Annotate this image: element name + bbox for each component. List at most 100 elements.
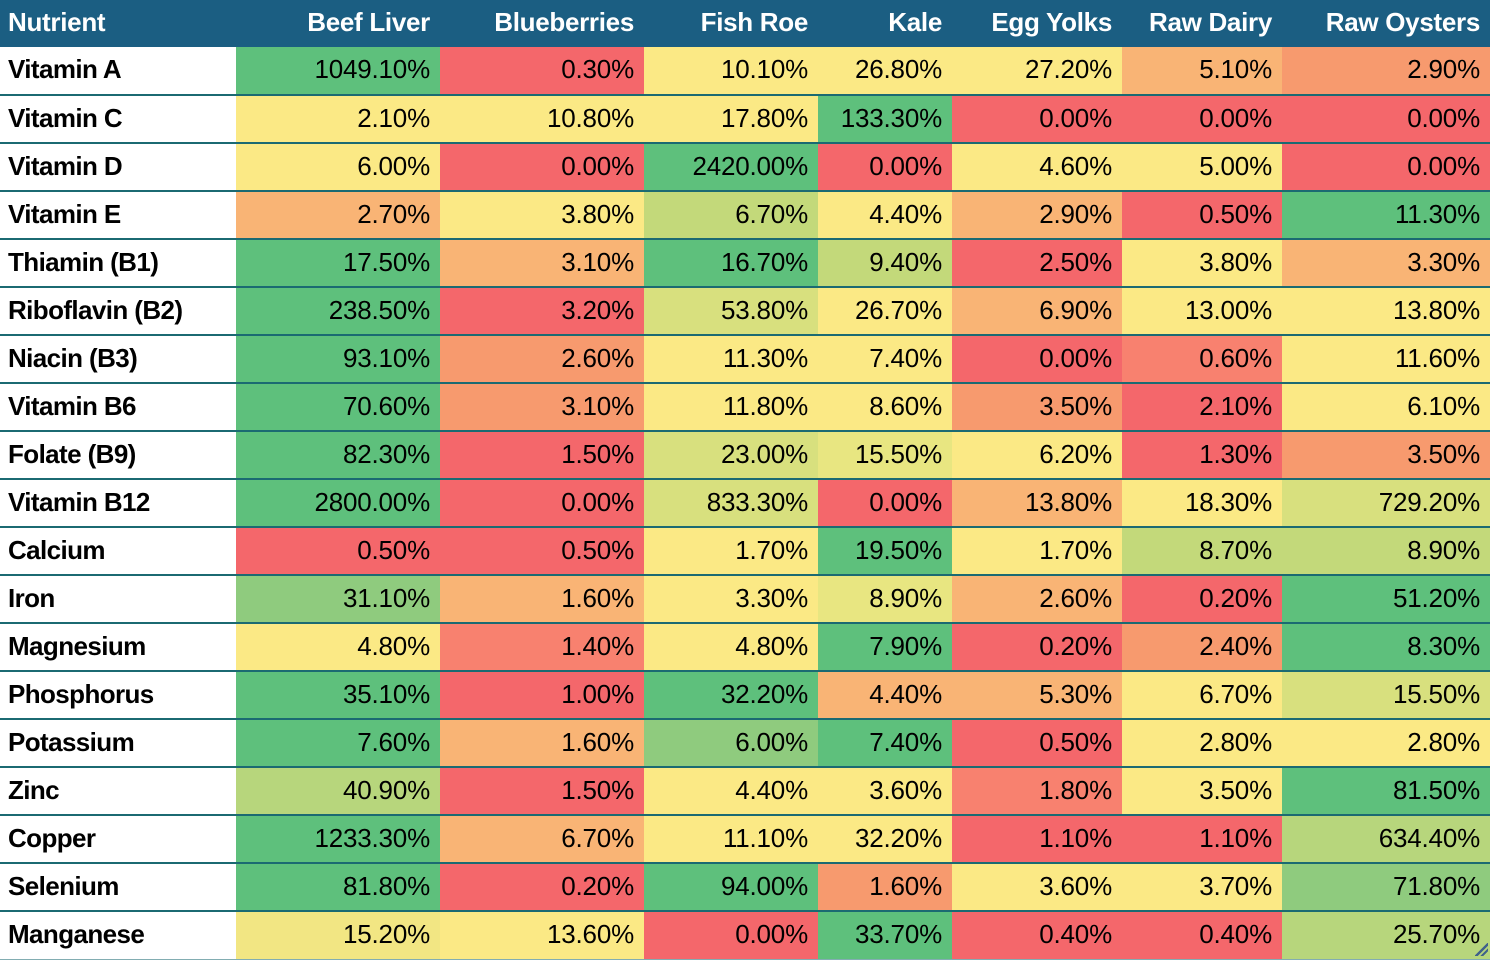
value-cell[interactable]: 0.00%	[1282, 142, 1490, 192]
value-cell[interactable]: 31.10%	[236, 574, 440, 624]
value-cell[interactable]: 1.10%	[952, 814, 1122, 864]
value-cell[interactable]: 3.10%	[440, 382, 644, 432]
value-cell[interactable]: 3.60%	[818, 766, 952, 816]
value-cell[interactable]: 4.40%	[818, 670, 952, 720]
value-cell[interactable]: 11.60%	[1282, 334, 1490, 384]
value-cell[interactable]: 71.80%	[1282, 862, 1490, 912]
value-cell[interactable]: 0.40%	[1122, 910, 1282, 960]
value-cell[interactable]: 6.20%	[952, 430, 1122, 480]
value-cell[interactable]: 1.70%	[952, 526, 1122, 576]
value-cell[interactable]: 6.70%	[644, 190, 818, 240]
value-cell[interactable]: 15.50%	[818, 430, 952, 480]
value-cell[interactable]: 16.70%	[644, 238, 818, 288]
nutrient-label[interactable]: Phosphorus	[0, 670, 236, 720]
value-cell[interactable]: 6.00%	[236, 142, 440, 192]
column-header-blueberries[interactable]: Blueberries	[440, 0, 644, 47]
value-cell[interactable]: 27.20%	[952, 47, 1122, 96]
value-cell[interactable]: 7.90%	[818, 622, 952, 672]
value-cell[interactable]: 0.00%	[644, 910, 818, 960]
value-cell[interactable]: 833.30%	[644, 478, 818, 528]
value-cell[interactable]: 3.50%	[1282, 430, 1490, 480]
value-cell[interactable]: 8.60%	[818, 382, 952, 432]
nutrient-label[interactable]: Folate (B9)	[0, 430, 236, 480]
value-cell[interactable]: 2.50%	[952, 238, 1122, 288]
value-cell[interactable]: 6.00%	[644, 718, 818, 768]
value-cell[interactable]: 0.00%	[1282, 94, 1490, 144]
value-cell[interactable]: 0.00%	[952, 94, 1122, 144]
value-cell[interactable]: 8.30%	[1282, 622, 1490, 672]
value-cell[interactable]: 3.10%	[440, 238, 644, 288]
value-cell[interactable]: 7.60%	[236, 718, 440, 768]
nutrient-label[interactable]: Calcium	[0, 526, 236, 576]
value-cell[interactable]: 3.20%	[440, 286, 644, 336]
value-cell[interactable]: 0.00%	[818, 142, 952, 192]
value-cell[interactable]: 53.80%	[644, 286, 818, 336]
value-cell[interactable]: 8.90%	[818, 574, 952, 624]
value-cell[interactable]: 3.30%	[644, 574, 818, 624]
nutrient-label[interactable]: Vitamin B12	[0, 478, 236, 528]
value-cell[interactable]: 10.80%	[440, 94, 644, 144]
value-cell[interactable]: 0.50%	[440, 526, 644, 576]
value-cell[interactable]: 19.50%	[818, 526, 952, 576]
value-cell[interactable]: 13.60%	[440, 910, 644, 960]
nutrient-label[interactable]: Potassium	[0, 718, 236, 768]
value-cell[interactable]: 2.80%	[1282, 718, 1490, 768]
value-cell[interactable]: 7.40%	[818, 334, 952, 384]
nutrient-label[interactable]: Copper	[0, 814, 236, 864]
value-cell[interactable]: 6.90%	[952, 286, 1122, 336]
value-cell[interactable]: 5.00%	[1122, 142, 1282, 192]
value-cell[interactable]: 94.00%	[644, 862, 818, 912]
nutrient-label[interactable]: Vitamin E	[0, 190, 236, 240]
value-cell[interactable]: 15.50%	[1282, 670, 1490, 720]
column-header-kale[interactable]: Kale	[818, 0, 952, 47]
value-cell[interactable]: 1049.10%	[236, 47, 440, 96]
value-cell[interactable]: 0.00%	[952, 334, 1122, 384]
value-cell[interactable]: 13.80%	[952, 478, 1122, 528]
value-cell[interactable]: 40.90%	[236, 766, 440, 816]
value-cell[interactable]: 2.90%	[1282, 47, 1490, 96]
value-cell[interactable]: 4.40%	[644, 766, 818, 816]
value-cell[interactable]: 1.50%	[440, 430, 644, 480]
value-cell[interactable]: 0.30%	[440, 47, 644, 96]
value-cell[interactable]: 81.80%	[236, 862, 440, 912]
value-cell[interactable]: 1.60%	[818, 862, 952, 912]
value-cell[interactable]: 81.50%	[1282, 766, 1490, 816]
value-cell[interactable]: 6.70%	[440, 814, 644, 864]
value-cell[interactable]: 1.40%	[440, 622, 644, 672]
nutrient-label[interactable]: Thiamin (B1)	[0, 238, 236, 288]
value-cell[interactable]: 2.60%	[952, 574, 1122, 624]
value-cell[interactable]: 2.60%	[440, 334, 644, 384]
value-cell[interactable]: 3.70%	[1122, 862, 1282, 912]
resize-handle[interactable]	[1475, 943, 1488, 956]
value-cell[interactable]: 26.70%	[818, 286, 952, 336]
value-cell[interactable]: 11.80%	[644, 382, 818, 432]
value-cell[interactable]: 51.20%	[1282, 574, 1490, 624]
value-cell[interactable]: 6.10%	[1282, 382, 1490, 432]
value-cell[interactable]: 9.40%	[818, 238, 952, 288]
value-cell[interactable]: 6.70%	[1122, 670, 1282, 720]
value-cell[interactable]: 0.20%	[440, 862, 644, 912]
value-cell[interactable]: 2.10%	[1122, 382, 1282, 432]
value-cell[interactable]: 0.50%	[1122, 190, 1282, 240]
value-cell[interactable]: 23.00%	[644, 430, 818, 480]
value-cell[interactable]: 0.40%	[952, 910, 1122, 960]
value-cell[interactable]: 17.80%	[644, 94, 818, 144]
nutrient-label[interactable]: Manganese	[0, 910, 236, 960]
value-cell[interactable]: 634.40%	[1282, 814, 1490, 864]
value-cell[interactable]: 3.50%	[1122, 766, 1282, 816]
value-cell[interactable]: 4.60%	[952, 142, 1122, 192]
value-cell[interactable]: 4.80%	[644, 622, 818, 672]
value-cell[interactable]: 1.70%	[644, 526, 818, 576]
value-cell[interactable]: 15.20%	[236, 910, 440, 960]
nutrient-label[interactable]: Vitamin C	[0, 94, 236, 144]
value-cell[interactable]: 0.00%	[440, 478, 644, 528]
value-cell[interactable]: 5.10%	[1122, 47, 1282, 96]
value-cell[interactable]: 32.20%	[644, 670, 818, 720]
value-cell[interactable]: 33.70%	[818, 910, 952, 960]
value-cell[interactable]: 93.10%	[236, 334, 440, 384]
column-header-fish-roe[interactable]: Fish Roe	[644, 0, 818, 47]
column-header-egg-yolks[interactable]: Egg Yolks	[952, 0, 1122, 47]
value-cell[interactable]: 3.60%	[952, 862, 1122, 912]
value-cell[interactable]: 11.30%	[1282, 190, 1490, 240]
value-cell[interactable]: 0.00%	[818, 478, 952, 528]
